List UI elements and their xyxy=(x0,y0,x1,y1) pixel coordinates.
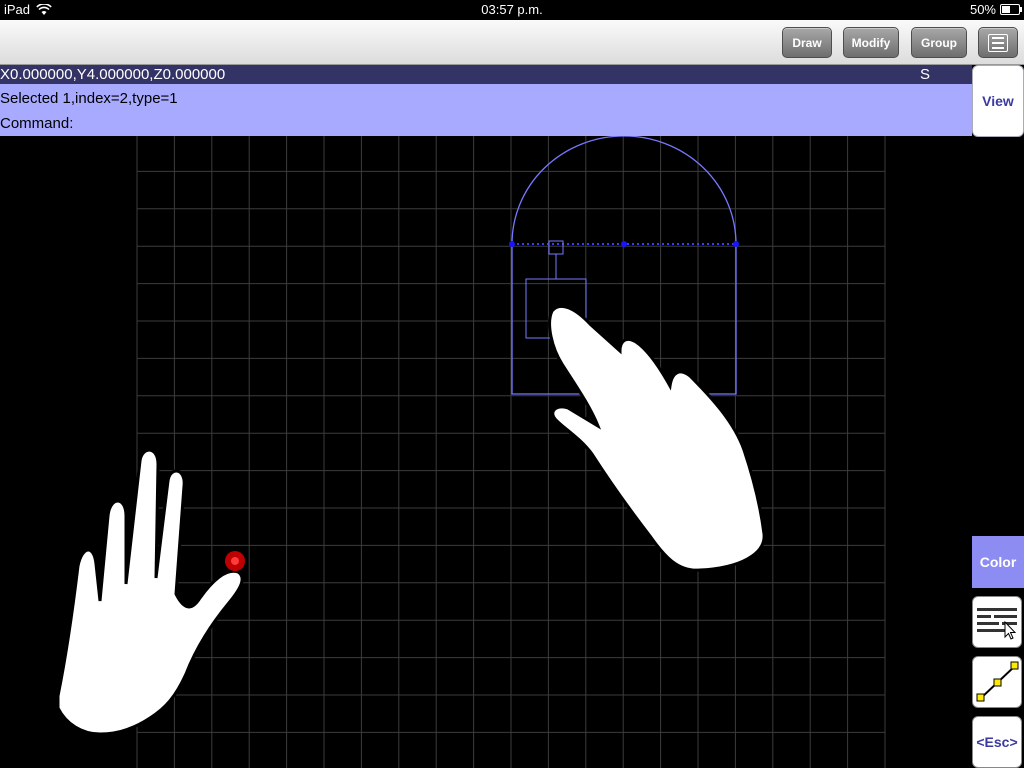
info-panel: Selected 1,index=2,type=1 Command: xyxy=(0,84,972,136)
selection-status: Selected 1,index=2,type=1 xyxy=(0,90,178,107)
snap-line-button[interactable] xyxy=(972,656,1022,708)
snap-indicator[interactable]: S xyxy=(920,66,930,83)
battery-percent: 50% xyxy=(969,2,996,17)
layers-list-icon xyxy=(977,608,1017,640)
view-button[interactable]: View xyxy=(972,65,1024,137)
top-toolbar: Draw Modify Group xyxy=(0,20,1024,65)
escape-button[interactable]: <Esc> xyxy=(972,716,1022,768)
touch-point-core xyxy=(231,557,239,565)
grip-point-left[interactable] xyxy=(509,241,515,247)
modify-button[interactable]: Modify xyxy=(843,27,899,58)
group-button[interactable]: Group xyxy=(911,27,967,58)
coordinate-bar: X0.000000,Y4.000000,Z0.000000 S xyxy=(0,65,972,84)
clock: 03:57 p.m. xyxy=(481,2,543,17)
grid xyxy=(136,136,886,768)
drawing-canvas[interactable] xyxy=(0,136,1024,768)
line-endpoints-icon xyxy=(976,661,1019,702)
layers-button[interactable] xyxy=(972,596,1022,648)
cad-app: iPad 03:57 p.m. 50% Draw Modify Group X0 xyxy=(0,0,1024,768)
command-line[interactable]: Command: xyxy=(0,115,73,132)
color-button[interactable]: Color xyxy=(972,536,1024,588)
menu-button[interactable] xyxy=(978,27,1018,58)
coordinate-readout: X0.000000,Y4.000000,Z0.000000 xyxy=(0,66,226,83)
status-bar: iPad 03:57 p.m. 50% xyxy=(0,0,1024,20)
grip-box xyxy=(548,240,564,255)
left-hand-icon xyxy=(56,448,244,736)
menu-list-icon xyxy=(988,33,1008,52)
right-hand-icon xyxy=(548,305,766,572)
grip-point-center[interactable] xyxy=(621,241,627,247)
grip-point-right[interactable] xyxy=(733,241,739,247)
battery-icon xyxy=(1000,4,1022,15)
draw-button[interactable]: Draw xyxy=(782,27,832,58)
